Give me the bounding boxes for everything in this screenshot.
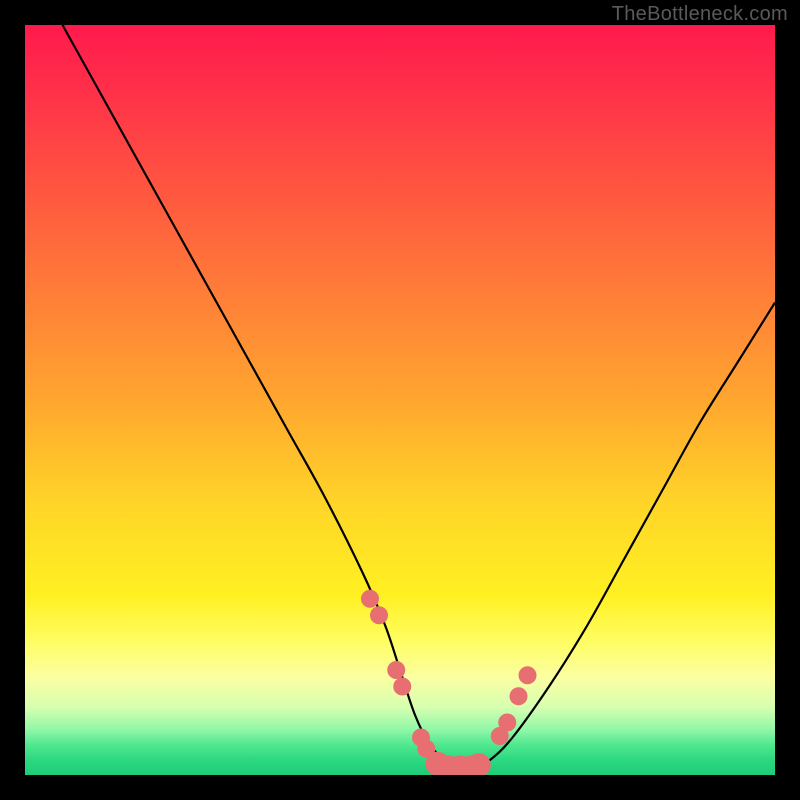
- chart-svg: [25, 25, 775, 775]
- data-marker: [387, 661, 405, 679]
- data-marker: [498, 714, 516, 732]
- data-marker: [361, 590, 379, 608]
- data-marker: [510, 687, 528, 705]
- data-marker: [370, 606, 388, 624]
- data-marker: [393, 678, 411, 696]
- data-marker: [519, 666, 537, 684]
- plot-area: [25, 25, 775, 775]
- curve-line: [63, 25, 776, 768]
- chart-frame: TheBottleneck.com: [0, 0, 800, 800]
- watermark-text: TheBottleneck.com: [612, 3, 788, 26]
